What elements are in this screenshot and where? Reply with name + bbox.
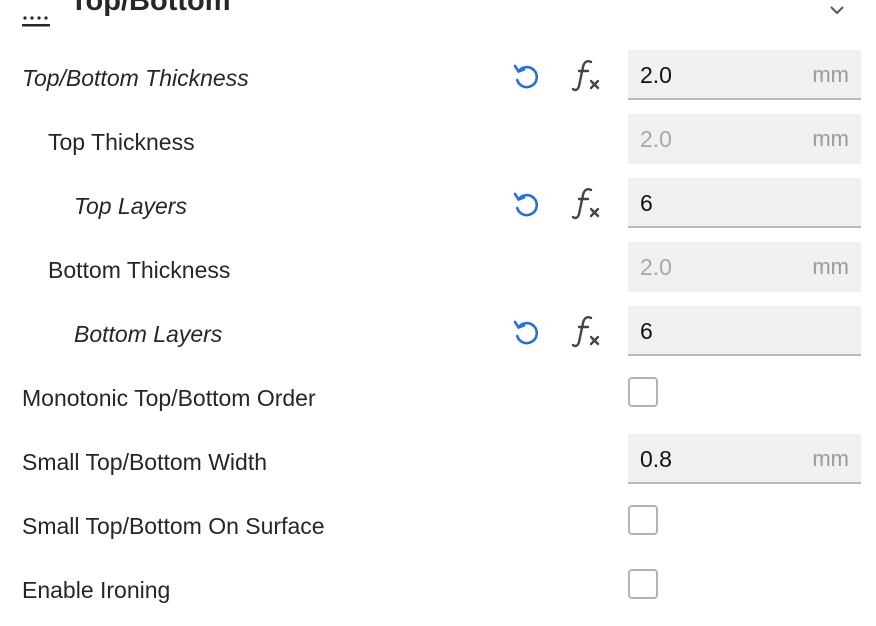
setting-row-enable-ironing: Enable Ironing — [0, 562, 876, 626]
section-title: Top/Bottom — [70, 0, 231, 17]
reset-icon[interactable] — [510, 188, 542, 220]
formula-icon[interactable] — [570, 185, 604, 221]
setting-label: Enable Ironing — [22, 577, 171, 603]
formula-icon[interactable] — [570, 313, 604, 349]
setting-row-top-layers: Top Layers 6 — [0, 178, 876, 242]
field-value: 6 — [640, 190, 653, 216]
setting-label: Bottom Layers — [74, 321, 223, 347]
field-value: 2.0 — [640, 254, 672, 280]
field-unit: mm — [812, 62, 849, 87]
setting-label: Top Thickness — [48, 129, 195, 155]
setting-label: Bottom Thickness — [48, 257, 231, 283]
setting-row-monotonic-order: Monotonic Top/Bottom Order — [0, 370, 876, 434]
setting-label: Small Top/Bottom Width — [22, 449, 268, 475]
bottom-layers-input[interactable]: 6 — [628, 306, 861, 356]
top-thickness-input: 2.0 mm — [628, 114, 861, 164]
formula-icon[interactable] — [570, 57, 604, 93]
setting-row-top-bottom-thickness: Top/Bottom Thickness 2.0 mm — [0, 50, 876, 114]
field-unit: mm — [812, 446, 849, 471]
top-layers-input[interactable]: 6 — [628, 178, 861, 228]
setting-row-small-width: Small Top/Bottom Width 0.8 mm — [0, 434, 876, 498]
thickness-input[interactable]: 2.0 mm — [628, 50, 861, 100]
bottom-thickness-input: 2.0 mm — [628, 242, 861, 292]
setting-row-top-thickness: Top Thickness 2.0 mm — [0, 114, 876, 178]
section-icon — [22, 16, 50, 27]
field-value: 2.0 — [640, 62, 672, 88]
field-value: 0.8 — [640, 446, 672, 472]
field-unit: mm — [812, 254, 849, 279]
field-unit: mm — [812, 126, 849, 151]
setting-row-bottom-thickness: Bottom Thickness 2.0 mm — [0, 242, 876, 306]
setting-label: Top/Bottom Thickness — [22, 65, 249, 91]
small-on-surface-checkbox[interactable] — [628, 505, 658, 535]
reset-icon[interactable] — [510, 316, 542, 348]
setting-row-bottom-layers: Bottom Layers 6 — [0, 306, 876, 370]
field-value: 6 — [640, 318, 653, 344]
small-width-input[interactable]: 0.8 mm — [628, 434, 861, 484]
setting-label: Monotonic Top/Bottom Order — [22, 385, 316, 411]
monotonic-order-checkbox[interactable] — [628, 377, 658, 407]
setting-label: Top Layers — [74, 193, 187, 219]
chevron-down-icon[interactable] — [828, 4, 846, 16]
setting-label: Small Top/Bottom On Surface — [22, 513, 325, 539]
setting-row-small-on-surface: Small Top/Bottom On Surface — [0, 498, 876, 562]
section-header[interactable]: Top/Bottom — [0, 0, 876, 40]
enable-ironing-checkbox[interactable] — [628, 569, 658, 599]
reset-icon[interactable] — [510, 60, 542, 92]
field-value: 2.0 — [640, 126, 672, 152]
